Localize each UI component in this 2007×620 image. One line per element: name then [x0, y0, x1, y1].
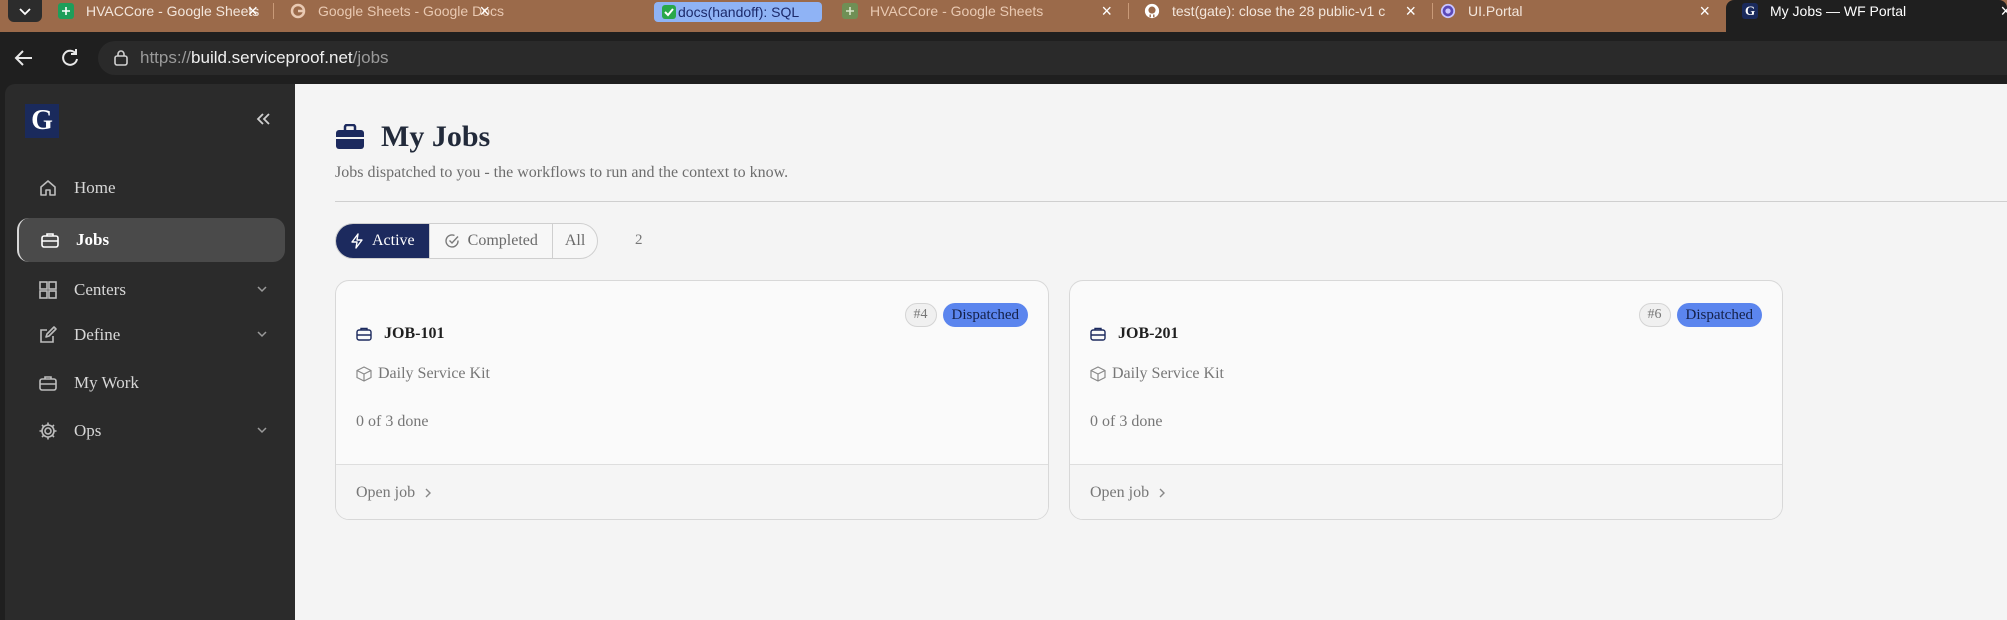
- edit-icon: [37, 324, 59, 346]
- app: G Home Jobs Centers Define My Work Ops M…: [0, 84, 2007, 620]
- open-job-link[interactable]: Open job: [1070, 464, 1782, 519]
- page-header: My Jobs: [335, 120, 490, 154]
- checkmark-icon: [662, 5, 676, 19]
- main-content: My Jobs Jobs dispatched to you - the wor…: [295, 84, 2007, 620]
- close-tab-icon[interactable]: ×: [1101, 1, 1112, 21]
- reload-button[interactable]: [56, 44, 84, 72]
- browser-tab[interactable]: UI.Portal ×: [1424, 0, 1724, 22]
- chevron-down-icon: [257, 286, 267, 293]
- grid-icon: [37, 279, 59, 301]
- url-text: https://build.serviceproof.net/jobs: [140, 48, 389, 67]
- sidebar: G Home Jobs Centers Define My Work Ops: [5, 84, 295, 620]
- sidebar-item-ops[interactable]: Ops: [17, 409, 285, 453]
- job-number-badge: #4: [904, 303, 937, 327]
- chevron-down-icon: [19, 8, 31, 16]
- browser-tab[interactable]: test(gate): close the 28 public-v1 c ×: [1128, 0, 1430, 22]
- app-logo[interactable]: G: [25, 104, 59, 138]
- reload-icon: [62, 49, 78, 66]
- browser-tab[interactable]: HVACCore - Google Sheets ×: [826, 0, 1126, 22]
- status-badge: Dispatched: [942, 303, 1028, 327]
- job-filter-tabs: Active Completed All: [335, 223, 599, 259]
- sidebar-item-jobs[interactable]: Jobs: [17, 218, 285, 262]
- briefcase-icon: [1090, 327, 1106, 341]
- close-tab-icon[interactable]: ×: [247, 1, 258, 21]
- card-badges: #6 Dispatched: [1638, 303, 1762, 327]
- gear-icon: [37, 420, 59, 442]
- close-tab-icon[interactable]: ×: [2000, 1, 2007, 21]
- back-button[interactable]: [10, 44, 38, 72]
- job-title: JOB-201: [1090, 325, 1178, 343]
- job-number-badge: #6: [1638, 303, 1671, 327]
- job-count: 2: [635, 232, 643, 248]
- google-icon: [290, 3, 306, 19]
- sidebar-item-my-work[interactable]: My Work: [17, 361, 285, 405]
- job-card[interactable]: #4 Dispatched JOB-101 Daily Service Kit …: [335, 280, 1049, 520]
- chevron-right-icon: [423, 487, 433, 499]
- chevron-down-icon: [257, 427, 267, 434]
- package-icon: [1090, 366, 1106, 382]
- chevrons-left-icon: [256, 113, 270, 125]
- job-title: JOB-101: [356, 325, 444, 343]
- browser-tab-active[interactable]: G My Jobs — WF Portal ×: [1726, 0, 2007, 32]
- g-logo-icon: G: [1742, 3, 1758, 19]
- site-info-icon[interactable]: [112, 49, 130, 67]
- status-badge: Dispatched: [1676, 303, 1762, 327]
- close-tab-icon[interactable]: ×: [1405, 1, 1416, 21]
- job-kit: Daily Service Kit: [1090, 365, 1224, 383]
- open-job-link[interactable]: Open job: [336, 464, 1048, 519]
- browser-tab-bar: HVACCore - Google Sheets × Google Sheets…: [0, 0, 2007, 32]
- chevron-down-icon: [257, 331, 267, 338]
- github-icon: [1144, 3, 1160, 19]
- job-card[interactable]: #6 Dispatched JOB-201 Daily Service Kit …: [1069, 280, 1783, 520]
- browser-tab[interactable]: docs(handoff): SQL: [654, 2, 822, 22]
- job-kit: Daily Service Kit: [356, 365, 490, 383]
- arrow-left-icon: [14, 50, 32, 66]
- briefcase-icon: [39, 229, 61, 251]
- browser-tab[interactable]: HVACCore - Google Sheets ×: [42, 0, 272, 22]
- home-icon: [37, 177, 59, 199]
- filter-active-button[interactable]: Active: [336, 224, 430, 258]
- tab-list-button[interactable]: [8, 0, 42, 22]
- filter-completed-button[interactable]: Completed: [430, 224, 553, 258]
- divider: [335, 201, 2007, 202]
- portal-icon: [1440, 3, 1456, 19]
- sidebar-item-home[interactable]: Home: [17, 166, 285, 210]
- lightning-icon: [350, 233, 364, 249]
- close-tab-icon[interactable]: ×: [479, 1, 490, 21]
- job-progress: 0 of 3 done: [356, 413, 429, 430]
- chevron-right-icon: [1157, 487, 1167, 499]
- briefcase-icon: [336, 124, 364, 149]
- sidebar-item-centers[interactable]: Centers: [17, 268, 285, 312]
- browser-tab[interactable]: Google Sheets - Google Docs Edit ×: [274, 0, 504, 22]
- filter-all-button[interactable]: All: [553, 224, 597, 258]
- briefcase-icon: [37, 372, 59, 394]
- page-subtitle: Jobs dispatched to you - the workflows t…: [335, 164, 789, 181]
- sheets-icon: [58, 3, 74, 19]
- briefcase-icon: [356, 327, 372, 341]
- sidebar-item-define[interactable]: Define: [17, 313, 285, 357]
- close-tab-icon[interactable]: ×: [1699, 1, 1710, 21]
- page-title: My Jobs: [381, 120, 491, 153]
- card-badges: #4 Dispatched: [904, 303, 1028, 327]
- collapse-sidebar-button[interactable]: [250, 106, 276, 132]
- package-icon: [356, 366, 372, 382]
- check-circle-icon: [444, 233, 460, 249]
- url-field[interactable]: https://build.serviceproof.net/jobs: [98, 41, 2007, 75]
- address-bar: https://build.serviceproof.net/jobs: [0, 32, 2007, 84]
- job-progress: 0 of 3 done: [1090, 413, 1163, 430]
- sheets-icon: [842, 3, 858, 19]
